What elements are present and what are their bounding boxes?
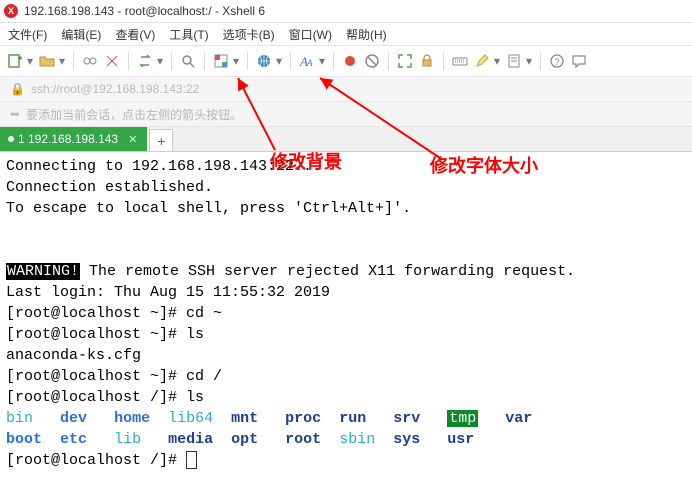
menu-tabs[interactable]: 选项卡(B) — [223, 26, 275, 43]
tab-label: 1 192.168.198.143 — [18, 132, 118, 146]
chat-icon[interactable] — [570, 52, 588, 70]
dropdown-icon[interactable]: ▾ — [525, 54, 533, 68]
terminal-output[interactable]: Connecting to 192.168.198.143:22... Conn… — [0, 152, 692, 502]
menu-bar: 文件(F) 编辑(E) 查看(V) 工具(T) 选项卡(B) 窗口(W) 帮助(… — [0, 23, 692, 46]
dir-etc: etc — [60, 431, 87, 448]
dir-proc: proc — [285, 410, 321, 427]
separator — [247, 52, 248, 70]
lock-icon[interactable] — [418, 52, 436, 70]
dir-root: root — [285, 431, 321, 448]
separator — [171, 52, 172, 70]
close-icon[interactable]: ✕ — [128, 133, 137, 146]
new-session-icon[interactable] — [6, 52, 24, 70]
session-url: ssh://root@192.168.198.143:22 — [31, 82, 199, 96]
prompt: [root@localhost ~]# — [6, 326, 186, 343]
dropdown-icon[interactable]: ▾ — [232, 54, 240, 68]
menu-edit[interactable]: 编辑(E) — [61, 26, 101, 43]
dir-home: home — [114, 410, 150, 427]
dir-media: media — [168, 431, 213, 448]
line-lastlogin: Last login: Thu Aug 15 11:55:32 2019 — [6, 284, 330, 301]
dir-usr: usr — [447, 431, 474, 448]
record-icon[interactable] — [341, 52, 359, 70]
menu-file[interactable]: 文件(F) — [8, 26, 47, 43]
hint-text: 要添加当前会话，点击左侧的箭头按钮。 — [26, 106, 242, 123]
line-escape: To escape to local shell, press 'Ctrl+Al… — [6, 200, 411, 217]
search-icon[interactable] — [179, 52, 197, 70]
tab-strip: 1 192.168.198.143 ✕ + — [0, 127, 692, 152]
fullscreen-icon[interactable] — [396, 52, 414, 70]
color-scheme-icon[interactable] — [212, 52, 230, 70]
dropdown-icon[interactable]: ▾ — [156, 54, 164, 68]
link-icon[interactable] — [81, 52, 99, 70]
dir-srv: srv — [393, 410, 420, 427]
dir-run: run — [339, 410, 366, 427]
lock-small-icon: 🔒 — [10, 82, 25, 96]
menu-tools[interactable]: 工具(T) — [169, 26, 208, 43]
menu-help[interactable]: 帮助(H) — [346, 26, 387, 43]
svg-text:A: A — [306, 58, 313, 68]
separator — [204, 52, 205, 70]
dir-opt: opt — [231, 431, 258, 448]
window-title: 192.168.198.143 - root@localhost:/ - Xsh… — [24, 4, 265, 18]
status-dot-icon — [8, 136, 14, 142]
help-icon[interactable]: ? — [548, 52, 566, 70]
dropdown-icon[interactable]: ▾ — [318, 54, 326, 68]
cmd: cd / — [186, 368, 222, 385]
file: anaconda-ks.cfg — [6, 347, 141, 364]
separator — [73, 52, 74, 70]
separator — [290, 52, 291, 70]
separator — [443, 52, 444, 70]
highlight-icon[interactable] — [473, 52, 491, 70]
address-bar[interactable]: 🔒 ssh://root@192.168.198.143:22 — [0, 77, 692, 102]
menu-view[interactable]: 查看(V) — [115, 26, 155, 43]
session-tab[interactable]: 1 192.168.198.143 ✕ — [0, 127, 147, 151]
prompt: [root@localhost ~]# — [6, 305, 186, 322]
dir-tmp: tmp — [447, 410, 478, 427]
warning-label: WARNING! — [6, 263, 80, 280]
add-tab-button[interactable]: + — [149, 129, 173, 151]
dir-mnt: mnt — [231, 410, 258, 427]
separator — [333, 52, 334, 70]
stop-icon[interactable] — [363, 52, 381, 70]
cursor — [186, 451, 197, 469]
menu-window[interactable]: 窗口(W) — [289, 26, 332, 43]
separator — [388, 52, 389, 70]
cmd: cd ~ — [186, 305, 222, 322]
line-connecting: Connecting to 192.168.198.143:22... — [6, 158, 321, 175]
globe-icon[interactable] — [255, 52, 273, 70]
prompt: [root@localhost /]# — [6, 389, 186, 406]
script-icon[interactable] — [505, 52, 523, 70]
line-established: Connection established. — [6, 179, 213, 196]
title-bar: X 192.168.198.143 - root@localhost:/ - X… — [0, 0, 692, 23]
separator — [128, 52, 129, 70]
dropdown-icon[interactable]: ▾ — [26, 54, 34, 68]
hint-bar: ➥ 要添加当前会话，点击左侧的箭头按钮。 — [0, 102, 692, 127]
app-icon: X — [4, 4, 18, 18]
open-folder-icon[interactable] — [38, 52, 56, 70]
dir-lib64: lib64 — [168, 410, 213, 427]
dir-var: var — [505, 410, 532, 427]
dir-dev: dev — [60, 410, 87, 427]
font-icon[interactable]: AA — [298, 52, 316, 70]
warning-rest: The remote SSH server rejected X11 forwa… — [80, 263, 575, 280]
dir-sbin: sbin — [339, 431, 375, 448]
arrow-hint-icon[interactable]: ➥ — [10, 107, 20, 121]
dir-lib: lib — [114, 431, 141, 448]
dropdown-icon[interactable]: ▾ — [493, 54, 501, 68]
keyboard-icon[interactable] — [451, 52, 469, 70]
separator — [540, 52, 541, 70]
cmd: ls — [186, 326, 204, 343]
prompt: [root@localhost ~]# — [6, 368, 186, 385]
dir-boot: boot — [6, 431, 42, 448]
dir-sys: sys — [393, 431, 420, 448]
dropdown-icon[interactable]: ▾ — [275, 54, 283, 68]
svg-text:?: ? — [555, 57, 560, 67]
unlink-icon[interactable] — [103, 52, 121, 70]
toolbar: ▾ ▾ ▾ ▾ ▾ AA ▾ ▾ ▾ ? — [0, 46, 692, 77]
transfer-icon[interactable] — [136, 52, 154, 70]
dropdown-icon[interactable]: ▾ — [58, 54, 66, 68]
prompt: [root@localhost /]# — [6, 452, 186, 469]
dir-bin: bin — [6, 410, 33, 427]
cmd: ls — [186, 389, 204, 406]
